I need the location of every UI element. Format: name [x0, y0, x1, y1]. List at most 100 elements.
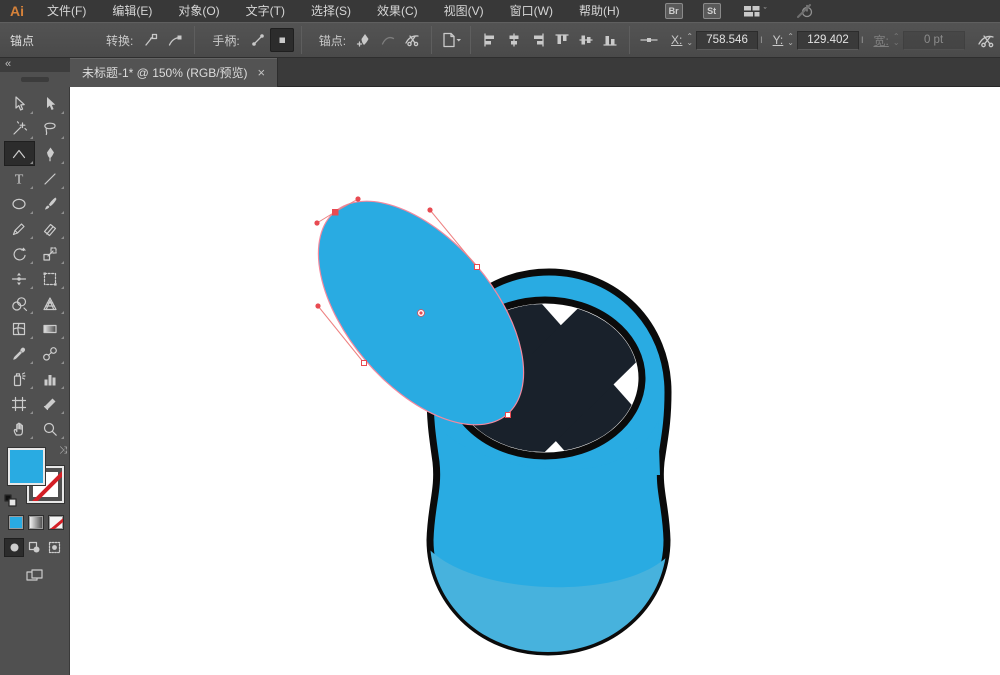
- handle-end-dot[interactable]: [427, 207, 433, 213]
- divider: [470, 26, 472, 54]
- selected-anchor-point[interactable]: [332, 209, 339, 216]
- context-label: 锚点: [10, 33, 35, 48]
- menu-effect[interactable]: 效果(C): [364, 0, 431, 22]
- cut-path-button[interactable]: [400, 28, 424, 52]
- draw-behind-button[interactable]: [24, 538, 44, 557]
- hand-tool[interactable]: [4, 416, 35, 441]
- mesh-tool[interactable]: [4, 316, 35, 341]
- stock-button[interactable]: St: [702, 3, 721, 19]
- gradient-tool[interactable]: [35, 316, 66, 341]
- panel-grip[interactable]: [21, 77, 49, 82]
- x-label[interactable]: X:: [671, 33, 682, 47]
- document-setup-button[interactable]: [439, 28, 463, 52]
- handle-end-dot[interactable]: [355, 196, 361, 202]
- hide-handles-button[interactable]: [269, 28, 294, 52]
- fill-color-swatch[interactable]: [7, 447, 46, 486]
- svg-text:T: T: [15, 172, 24, 187]
- bridge-button[interactable]: Br: [664, 3, 683, 19]
- y-stepper[interactable]: ⌃ ⌄: [787, 33, 794, 47]
- align-vertical-center-button[interactable]: [574, 28, 598, 52]
- divider: [300, 26, 302, 54]
- tab-close-icon[interactable]: ×: [258, 65, 266, 80]
- sync-disabled-icon[interactable]: [795, 3, 815, 19]
- slice-tool[interactable]: [35, 391, 66, 416]
- remove-anchor-button[interactable]: [376, 28, 400, 52]
- eraser-tool[interactable]: [35, 216, 66, 241]
- align-horizontal-center-button[interactable]: [502, 28, 526, 52]
- anchor-point-tool[interactable]: [3, 141, 35, 166]
- menu-view[interactable]: 视图(V): [431, 0, 497, 22]
- menu-object[interactable]: 对象(O): [165, 0, 232, 22]
- free-transform-tool[interactable]: [35, 266, 66, 291]
- lasso-tool[interactable]: [35, 116, 66, 141]
- gradient-mode-button[interactable]: [28, 515, 44, 530]
- add-anchor-button[interactable]: [352, 28, 376, 52]
- color-mode-button[interactable]: [8, 515, 24, 530]
- handle-end-dot[interactable]: [315, 303, 321, 309]
- handle-end-dot[interactable]: [314, 220, 320, 226]
- change-screen-mode-button[interactable]: [23, 567, 47, 585]
- y-value-input[interactable]: 129.402: [796, 30, 859, 50]
- document-tab-bar: 未标题-1* @ 150% (RGB/预览) ×: [70, 58, 1000, 87]
- anchor-point[interactable]: [361, 360, 367, 366]
- pencil-tool[interactable]: [4, 216, 35, 241]
- divider: [194, 26, 196, 54]
- ellipse-tool[interactable]: [4, 191, 35, 216]
- magic-wand-tool[interactable]: [4, 116, 35, 141]
- shape-builder-tool[interactable]: [4, 291, 35, 316]
- width-tool[interactable]: [4, 266, 35, 291]
- y-label[interactable]: Y:: [773, 33, 784, 47]
- artboard-canvas[interactable]: [70, 87, 1000, 675]
- pen-tool[interactable]: [35, 141, 66, 166]
- panel-collapse-button[interactable]: «: [0, 58, 70, 72]
- none-mode-button[interactable]: [48, 515, 64, 530]
- line-segment-tool[interactable]: [35, 166, 66, 191]
- convert-to-corner-button[interactable]: [139, 28, 163, 52]
- paint-style-buttons: [0, 515, 69, 530]
- align-top-button[interactable]: [550, 28, 574, 52]
- paintbrush-tool[interactable]: [35, 191, 66, 216]
- width-group: 宽: ⌃ ⌄ 0 pt: [864, 30, 965, 50]
- draw-normal-button[interactable]: [4, 538, 24, 557]
- anchor-point[interactable]: [505, 412, 511, 418]
- menubar-right-icons: Br St ˇ: [651, 3, 815, 19]
- column-graph-tool[interactable]: [35, 366, 66, 391]
- menu-edit[interactable]: 编辑(E): [99, 0, 165, 22]
- align-right-button[interactable]: [526, 28, 550, 52]
- menu-select[interactable]: 选择(S): [298, 0, 364, 22]
- artboard-tool[interactable]: [4, 391, 35, 416]
- eyedropper-tool[interactable]: [4, 341, 35, 366]
- selection-tool[interactable]: [4, 91, 35, 116]
- anchors-label: 锚点:: [318, 33, 347, 48]
- align-bottom-button[interactable]: [598, 28, 622, 52]
- swap-fill-stroke-icon[interactable]: ⤨: [59, 445, 67, 456]
- scale-tool[interactable]: [35, 241, 66, 266]
- document-tab[interactable]: 未标题-1* @ 150% (RGB/预览) ×: [70, 58, 279, 87]
- rotate-tool[interactable]: [4, 241, 35, 266]
- x-stepper[interactable]: ⌃ ⌄: [686, 33, 693, 47]
- type-tool[interactable]: T: [4, 166, 35, 191]
- stepper-down-icon[interactable]: ⌄: [787, 39, 794, 47]
- tool-panel-header: «: [0, 58, 70, 87]
- menu-window[interactable]: 窗口(W): [497, 0, 566, 22]
- workspace-switcher[interactable]: ˇ: [743, 4, 767, 18]
- center-point-marker: [417, 309, 425, 317]
- isolate-selected-object-icon[interactable]: [974, 28, 998, 52]
- stepper-down-icon[interactable]: ⌄: [686, 39, 693, 47]
- blend-tool[interactable]: [35, 341, 66, 366]
- zoom-tool[interactable]: [35, 416, 66, 441]
- default-fill-stroke-icon[interactable]: [4, 494, 17, 507]
- convert-to-smooth-button[interactable]: [163, 28, 187, 52]
- perspective-grid-tool[interactable]: [35, 291, 66, 316]
- menu-type[interactable]: 文字(T): [233, 0, 298, 22]
- anchor-point[interactable]: [474, 264, 480, 270]
- draw-inside-button[interactable]: [44, 538, 64, 557]
- show-handles-button[interactable]: [246, 28, 270, 52]
- control-options-bar: 锚点 转换: 手柄: 锚点: X: ⌃ ⌄ 758.546 I Y: ⌃ ⌄ 1…: [0, 22, 1000, 58]
- menu-file[interactable]: 文件(F): [34, 0, 99, 22]
- align-left-button[interactable]: [478, 28, 502, 52]
- x-value-input[interactable]: 758.546: [696, 30, 759, 50]
- direct-selection-tool[interactable]: [35, 91, 66, 116]
- menu-help[interactable]: 帮助(H): [566, 0, 633, 22]
- symbol-sprayer-tool[interactable]: [4, 366, 35, 391]
